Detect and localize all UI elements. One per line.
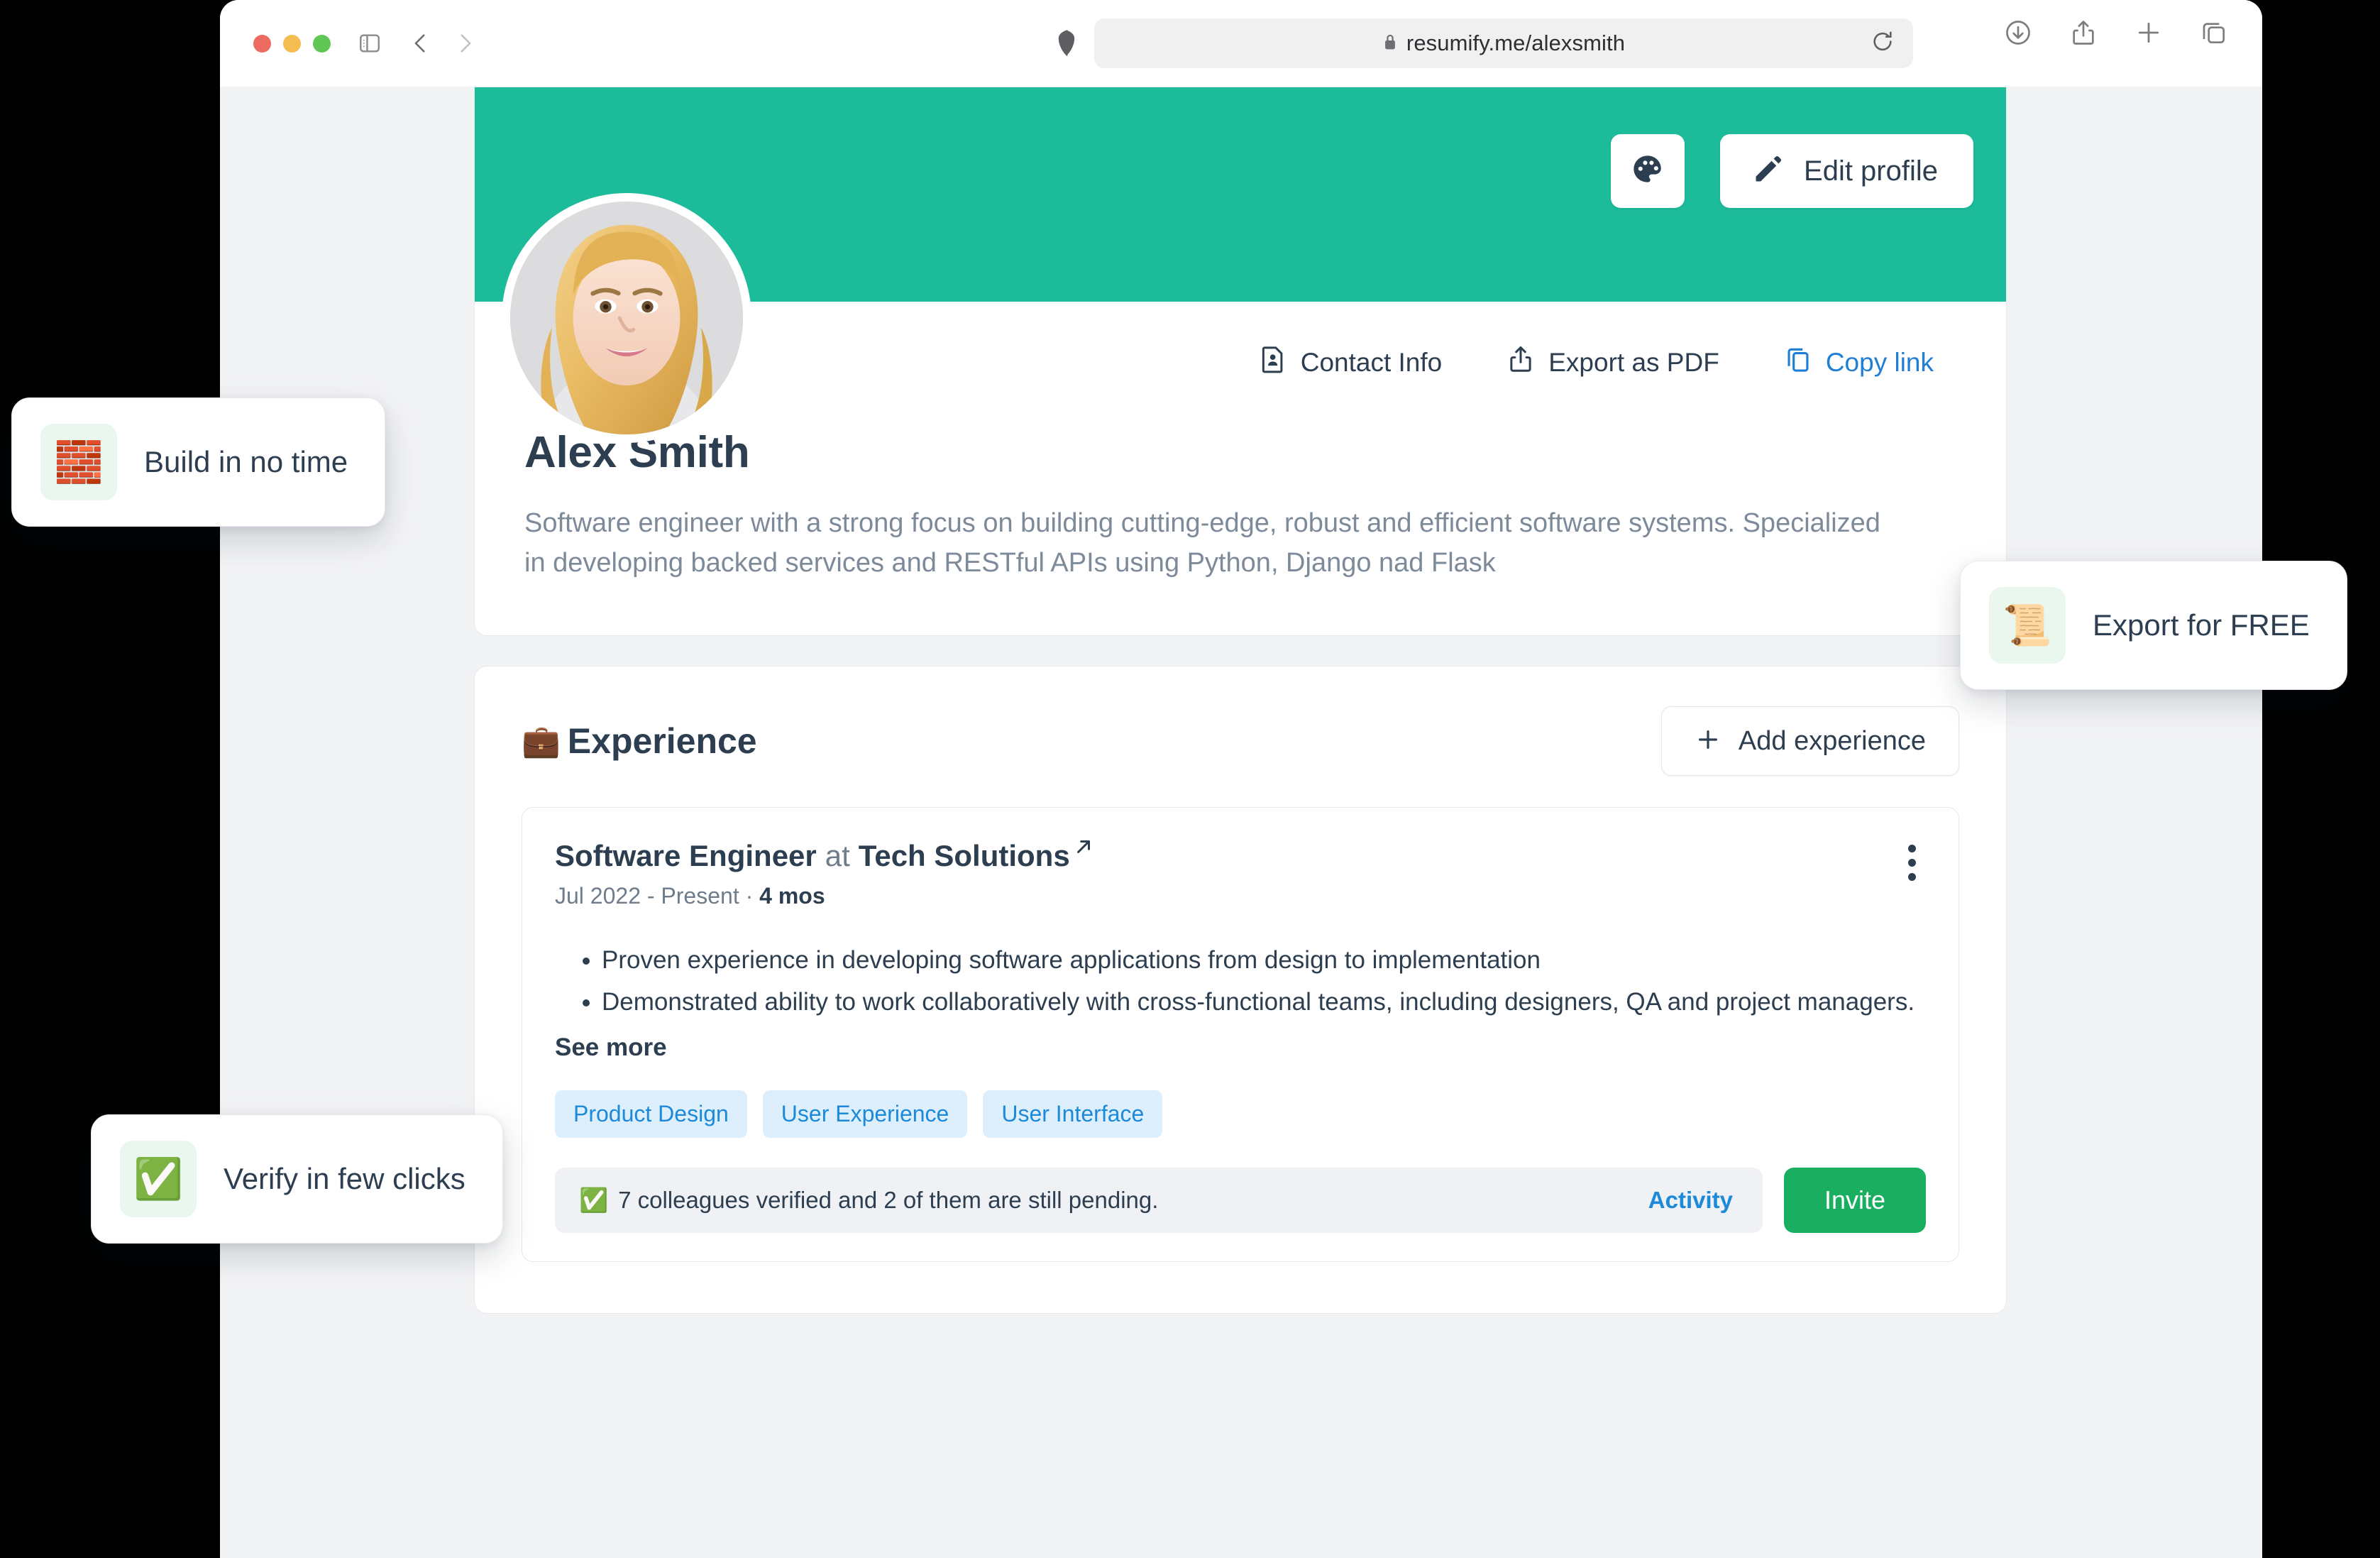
back-icon[interactable] xyxy=(409,31,433,55)
job-date-range: Jul 2022 - Present · xyxy=(555,883,760,909)
zoom-window-button[interactable] xyxy=(313,34,331,53)
copy-link-label: Copy link xyxy=(1825,347,1934,377)
edit-profile-button[interactable]: Edit profile xyxy=(1720,134,1973,208)
toolbar-right-icons xyxy=(2004,18,2228,47)
export-icon xyxy=(1506,344,1536,380)
job-role: Software Engineer xyxy=(555,839,817,873)
copy-icon xyxy=(1783,344,1813,380)
scroll-icon: 📜 xyxy=(1989,587,2066,664)
pencil-icon xyxy=(1751,153,1784,190)
tab-overview-icon[interactable] xyxy=(2200,18,2228,47)
verification-status: ✅ 7 colleagues verified and 2 of them ar… xyxy=(579,1187,1158,1214)
activity-link[interactable]: Activity xyxy=(1648,1187,1733,1214)
job-connector: at xyxy=(825,839,850,873)
kebab-menu-icon[interactable] xyxy=(1898,839,1926,887)
experience-title: 💼 Experience xyxy=(522,720,757,762)
skill-tag[interactable]: Product Design xyxy=(555,1090,747,1139)
briefcase-icon: 💼 xyxy=(522,724,561,759)
lock-icon xyxy=(1382,32,1398,55)
experience-item-header: Software Engineer at Tech Solutions Jul … xyxy=(555,839,1926,909)
experience-item: Software Engineer at Tech Solutions Jul … xyxy=(522,807,1959,1263)
screenshot-stage: resumify.me/alexsmith Edit profile Conta… xyxy=(0,0,2380,1558)
job-dates: Jul 2022 - Present · 4 mos xyxy=(555,883,1094,909)
share-icon[interactable] xyxy=(2069,18,2098,47)
export-pdf-button[interactable]: Export as PDF xyxy=(1506,344,1719,380)
check-mark-button-icon: ✅ xyxy=(120,1141,197,1217)
floating-card-verify[interactable]: ✅ Verify in few clicks xyxy=(91,1114,503,1244)
skill-tag[interactable]: User Interface xyxy=(983,1090,1163,1139)
page-title: Alex Smith xyxy=(524,428,750,477)
sidebar-icon[interactable] xyxy=(358,31,382,55)
floating-card-build-label: Build in no time xyxy=(144,445,348,478)
job-duration: 4 mos xyxy=(759,883,825,909)
floating-card-export-label: Export for FREE xyxy=(2093,608,2310,642)
palette-icon xyxy=(1630,152,1665,191)
verification-row: ✅ 7 colleagues verified and 2 of them ar… xyxy=(555,1168,1926,1234)
address-bar-group: resumify.me/alexsmith xyxy=(1054,18,1913,68)
job-company: Tech Solutions xyxy=(858,839,1070,873)
experience-header: 💼 Experience Add experience xyxy=(522,706,1959,777)
experience-item-heading-group: Software Engineer at Tech Solutions Jul … xyxy=(555,839,1094,909)
brick-icon: 🧱 xyxy=(40,424,117,500)
floating-card-export[interactable]: 📜 Export for FREE xyxy=(1960,561,2347,690)
list-item: Demonstrated ability to work collaborati… xyxy=(602,984,1926,1021)
profile-bio: Software engineer with a strong focus on… xyxy=(524,508,1880,578)
address-bar[interactable]: resumify.me/alexsmith xyxy=(1094,18,1913,68)
skill-tag[interactable]: User Experience xyxy=(762,1090,968,1139)
minimize-window-button[interactable] xyxy=(283,34,301,53)
shield-icon[interactable] xyxy=(1054,29,1079,57)
contact-info-label: Contact Info xyxy=(1300,347,1443,377)
page-viewport: Edit profile Contact Info Export as PDF … xyxy=(220,87,2262,1558)
verification-bar: ✅ 7 colleagues verified and 2 of them ar… xyxy=(555,1168,1763,1234)
close-window-button[interactable] xyxy=(253,34,271,53)
floating-card-verify-label: Verify in few clicks xyxy=(224,1162,465,1195)
download-icon[interactable] xyxy=(2004,18,2032,47)
add-experience-label: Add experience xyxy=(1738,725,1926,756)
verification-text: 7 colleagues verified and 2 of them are … xyxy=(618,1187,1159,1214)
skill-tags: Product Design User Experience User Inte… xyxy=(555,1090,1926,1139)
new-tab-icon[interactable] xyxy=(2134,18,2163,47)
reload-icon[interactable] xyxy=(1871,30,1895,57)
floating-card-build[interactable]: 🧱 Build in no time xyxy=(11,397,386,527)
profile-card: Edit profile Contact Info Export as PDF … xyxy=(474,87,2007,637)
check-mark-icon: ✅ xyxy=(579,1186,609,1213)
url-text[interactable]: resumify.me/alexsmith xyxy=(1406,31,1625,56)
forward-icon[interactable] xyxy=(453,31,477,55)
avatar[interactable] xyxy=(502,193,751,443)
copy-link-button[interactable]: Copy link xyxy=(1783,344,1934,380)
experience-title-label: Experience xyxy=(567,721,757,762)
arrow-up-right-icon[interactable] xyxy=(1073,836,1094,863)
experience-section: 💼 Experience Add experience Software Eng… xyxy=(474,666,2007,1315)
add-experience-button[interactable]: Add experience xyxy=(1660,706,1959,777)
browser-window: resumify.me/alexsmith Edit profile Conta… xyxy=(220,0,2262,1558)
job-title[interactable]: Software Engineer at Tech Solutions xyxy=(555,839,1094,873)
banner-actions: Edit profile xyxy=(1611,134,1973,208)
export-pdf-label: Export as PDF xyxy=(1548,347,1719,377)
edit-profile-label: Edit profile xyxy=(1804,155,1938,187)
plus-icon xyxy=(1695,726,1721,757)
theme-palette-button[interactable] xyxy=(1611,134,1685,208)
see-more-link[interactable]: See more xyxy=(555,1033,1926,1062)
browser-toolbar: resumify.me/alexsmith xyxy=(220,0,2262,87)
content-column: Edit profile Contact Info Export as PDF … xyxy=(474,87,2007,1315)
list-item: Proven experience in developing software… xyxy=(602,942,1926,980)
contact-info-button[interactable]: Contact Info xyxy=(1258,344,1443,380)
job-bullets: Proven experience in developing software… xyxy=(555,942,1926,1021)
window-traffic-lights[interactable] xyxy=(253,34,331,53)
invite-button[interactable]: Invite xyxy=(1784,1168,1926,1234)
contact-card-icon xyxy=(1258,344,1288,380)
navigation-buttons[interactable] xyxy=(409,31,477,55)
